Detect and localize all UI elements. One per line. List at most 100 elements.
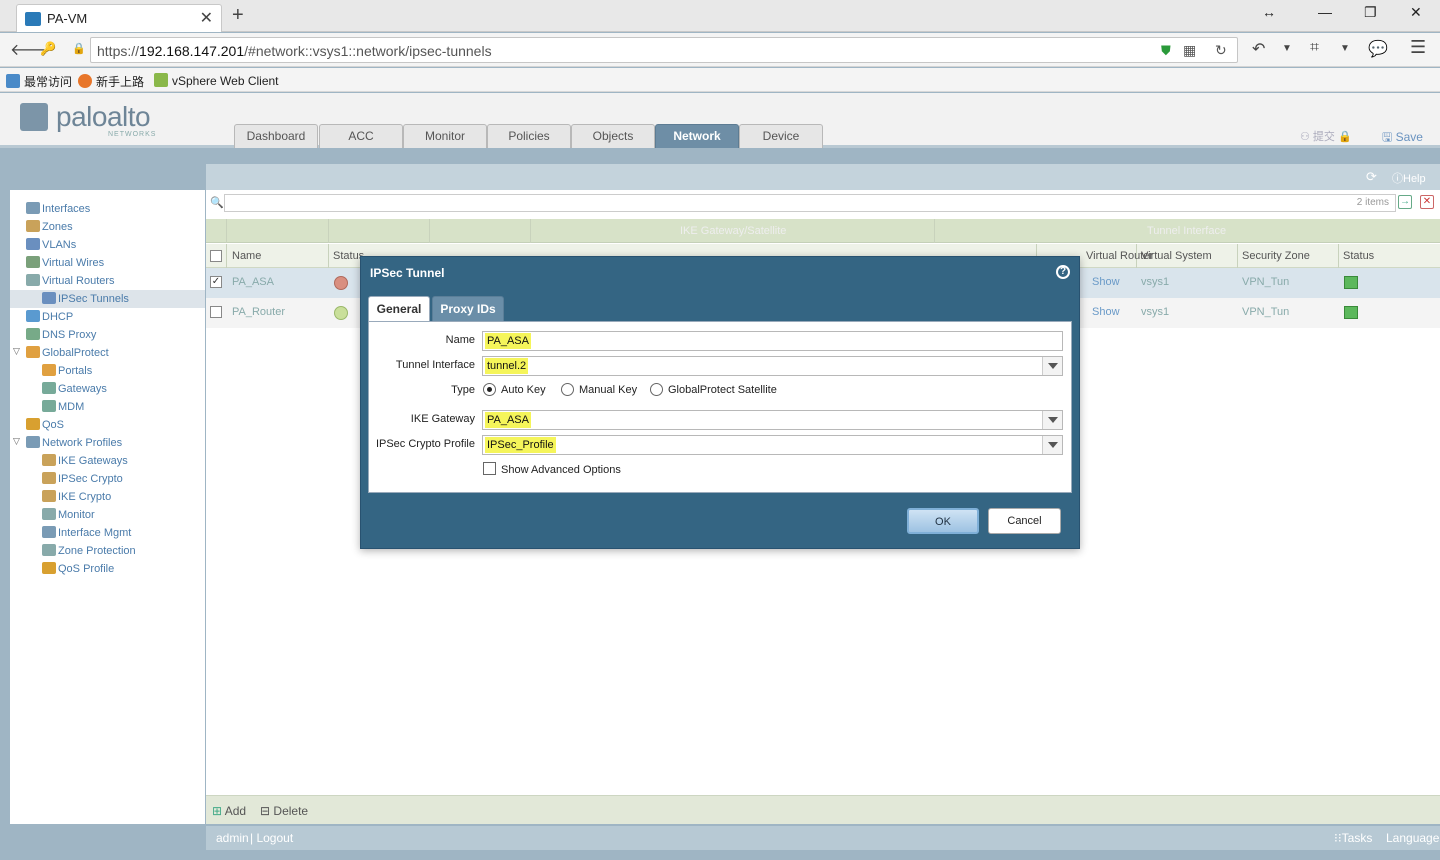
sidebar-item-label: DHCP — [42, 311, 74, 323]
sidebar-item-dhcp[interactable]: DHCP — [26, 308, 73, 326]
sidebar-item-label: Interfaces — [42, 203, 91, 215]
sidebar-item-interfaces[interactable]: Interfaces — [26, 200, 90, 218]
close-window-icon[interactable]: ✕ — [1410, 4, 1422, 21]
main-footer: ⊞ Add ⊟ Delete — [206, 795, 1440, 824]
chevron-down-icon[interactable] — [1042, 357, 1062, 375]
expand-toggle-icon[interactable]: ▽ — [13, 436, 20, 447]
sidebar-item-ike-gateways[interactable]: IKE Gateways — [42, 452, 128, 470]
sidebar-item-ipsec-crypto[interactable]: IPSec Crypto — [42, 470, 123, 488]
tab-acc[interactable]: ACC — [319, 124, 403, 148]
tunnel-status-icon — [1344, 276, 1358, 289]
delete-button[interactable]: ⊟ Delete — [260, 804, 308, 818]
row-vr-show[interactable]: Show — [1092, 306, 1120, 318]
close-tab-icon[interactable]: ✕ — [200, 8, 213, 28]
help-icon[interactable]: ? — [1056, 265, 1070, 279]
undo-icon[interactable]: ↶ — [1252, 39, 1265, 59]
tab-network[interactable]: Network — [655, 124, 739, 148]
row-checkbox[interactable] — [210, 306, 222, 318]
tab-policies[interactable]: Policies — [487, 124, 571, 148]
help-button[interactable]: ⓘHelp — [1392, 170, 1426, 186]
maximize-icon[interactable]: ❐ — [1364, 4, 1377, 21]
apply-filter-icon[interactable]: → — [1398, 195, 1412, 209]
sidebar-item-gateways[interactable]: Gateways — [42, 380, 107, 398]
reload-icon[interactable]: ↻ — [1215, 42, 1227, 59]
tab-monitor[interactable]: Monitor — [403, 124, 487, 148]
refresh-icon[interactable]: ⟳ — [1366, 169, 1377, 185]
chevron-down-icon[interactable] — [1042, 436, 1062, 454]
col-security-zone[interactable]: Security Zone — [1242, 250, 1310, 262]
chevron-down-icon[interactable]: ▼ — [1282, 43, 1292, 54]
add-icon: ⊞ — [212, 804, 223, 818]
browser-tab[interactable]: PA-VM ✕ — [16, 4, 222, 32]
row-zone: VPN_Tun — [1242, 306, 1290, 318]
show-advanced-checkbox[interactable] — [483, 462, 496, 475]
row-name[interactable]: PA_ASA — [232, 276, 274, 288]
sidebar-item-label: Virtual Routers — [42, 275, 115, 287]
row-vr-show[interactable]: Show — [1092, 276, 1120, 288]
sidebar-item-ipsec-tunnels[interactable]: IPSec Tunnels — [10, 290, 205, 308]
logout-link[interactable]: | Logout — [250, 831, 293, 845]
new-tab-button[interactable]: + — [232, 4, 244, 27]
filter-input[interactable]: 2 items — [224, 194, 1396, 212]
sidebar-item-globalprotect[interactable]: GlobalProtect — [26, 344, 109, 362]
sidebar-item-interface-mgmt[interactable]: Interface Mgmt — [42, 524, 131, 542]
chevron-down-icon[interactable] — [1042, 411, 1062, 429]
ipsec-crypto-profile-label: IPSec Crypto Profile — [375, 438, 475, 450]
type-gp-satellite-radio[interactable] — [650, 383, 663, 396]
save-button[interactable]: 🖫 Save — [1382, 128, 1423, 149]
col-name[interactable]: Name — [232, 250, 261, 262]
sidebar-item-portals[interactable]: Portals — [42, 362, 92, 380]
ike-gateway-select[interactable]: PA_ASA — [482, 410, 1063, 430]
sidebar-item-qos[interactable]: QoS — [26, 416, 64, 434]
row-checkbox[interactable]: ✓ — [210, 276, 222, 288]
language-link[interactable]: Language — [1386, 831, 1439, 845]
chat-icon[interactable]: 💬 — [1368, 39, 1388, 59]
qr-icon[interactable]: ▦ — [1183, 42, 1196, 59]
tab-objects[interactable]: Objects — [571, 124, 655, 148]
logo-icon — [20, 103, 48, 131]
name-field[interactable]: PA_ASA — [482, 331, 1063, 351]
sidebar-item-mdm[interactable]: MDM — [42, 398, 84, 416]
crop-icon[interactable]: ⌗ — [1310, 39, 1319, 57]
bookmark-item[interactable]: 最常访问 — [6, 73, 72, 90]
type-auto-key-radio[interactable] — [483, 383, 496, 396]
minimize-icon[interactable]: — — [1318, 4, 1332, 20]
col-tunnel-status[interactable]: Status — [1343, 250, 1374, 262]
ipsec-crypto-profile-select[interactable]: IPSec_Profile — [482, 435, 1063, 455]
bookmark-item[interactable]: 新手上路 — [78, 73, 144, 90]
tab-general[interactable]: General — [368, 296, 430, 322]
sidebar-item-qos-profile[interactable]: QoS Profile — [42, 560, 114, 578]
tasks-button[interactable]: ⁝⁝Tasks — [1334, 831, 1372, 845]
menu-icon[interactable]: ☰ — [1410, 37, 1426, 58]
cancel-button[interactable]: Cancel — [988, 508, 1061, 534]
tab-dashboard[interactable]: Dashboard — [234, 124, 318, 148]
expand-toggle-icon[interactable]: ▽ — [13, 346, 20, 357]
type-manual-key-radio[interactable] — [561, 383, 574, 396]
globalprotect-icon — [26, 346, 40, 358]
col-virtual-system[interactable]: Virtual System — [1141, 250, 1212, 262]
sidebar-item-virtual-routers[interactable]: Virtual Routers — [26, 272, 115, 290]
resize-icon[interactable]: ↔ — [1262, 4, 1276, 20]
bookmark-item[interactable]: vSphere Web Client — [154, 73, 279, 88]
clear-filter-icon[interactable]: ✕ — [1420, 195, 1434, 209]
sidebar-item-network-profiles[interactable]: Network Profiles — [26, 434, 122, 452]
sidebar-item-zone-protection[interactable]: Zone Protection — [42, 542, 136, 560]
sidebar-item-ike-crypto[interactable]: IKE Crypto — [42, 488, 111, 506]
ok-button[interactable]: OK — [907, 508, 979, 534]
row-name[interactable]: PA_Router — [232, 306, 285, 318]
sidebar-item-virtual-wires[interactable]: Virtual Wires — [26, 254, 104, 272]
url-bar[interactable]: https://192.168.147.201/#network::vsys1:… — [90, 37, 1238, 63]
sidebar-item-zones[interactable]: Zones — [26, 218, 73, 236]
shield-icon[interactable]: ⛊ — [1161, 43, 1171, 59]
sidebar-item-monitor[interactable]: Monitor — [42, 506, 95, 524]
tab-proxy-ids[interactable]: Proxy IDs — [432, 296, 504, 322]
select-all-checkbox[interactable] — [210, 250, 222, 262]
key-icon[interactable]: 🔑 — [40, 41, 56, 57]
tunnel-interface-select[interactable]: tunnel.2 — [482, 356, 1063, 376]
sidebar-item-dns-proxy[interactable]: DNS Proxy — [26, 326, 96, 344]
sidebar-item-vlans[interactable]: VLANs — [26, 236, 76, 254]
tab-device[interactable]: Device — [739, 124, 823, 148]
add-button[interactable]: ⊞ Add — [212, 804, 246, 818]
commit-button[interactable]: ⚇ 提交 🔒 — [1300, 128, 1352, 144]
chevron-down-icon[interactable]: ▼ — [1340, 43, 1350, 54]
